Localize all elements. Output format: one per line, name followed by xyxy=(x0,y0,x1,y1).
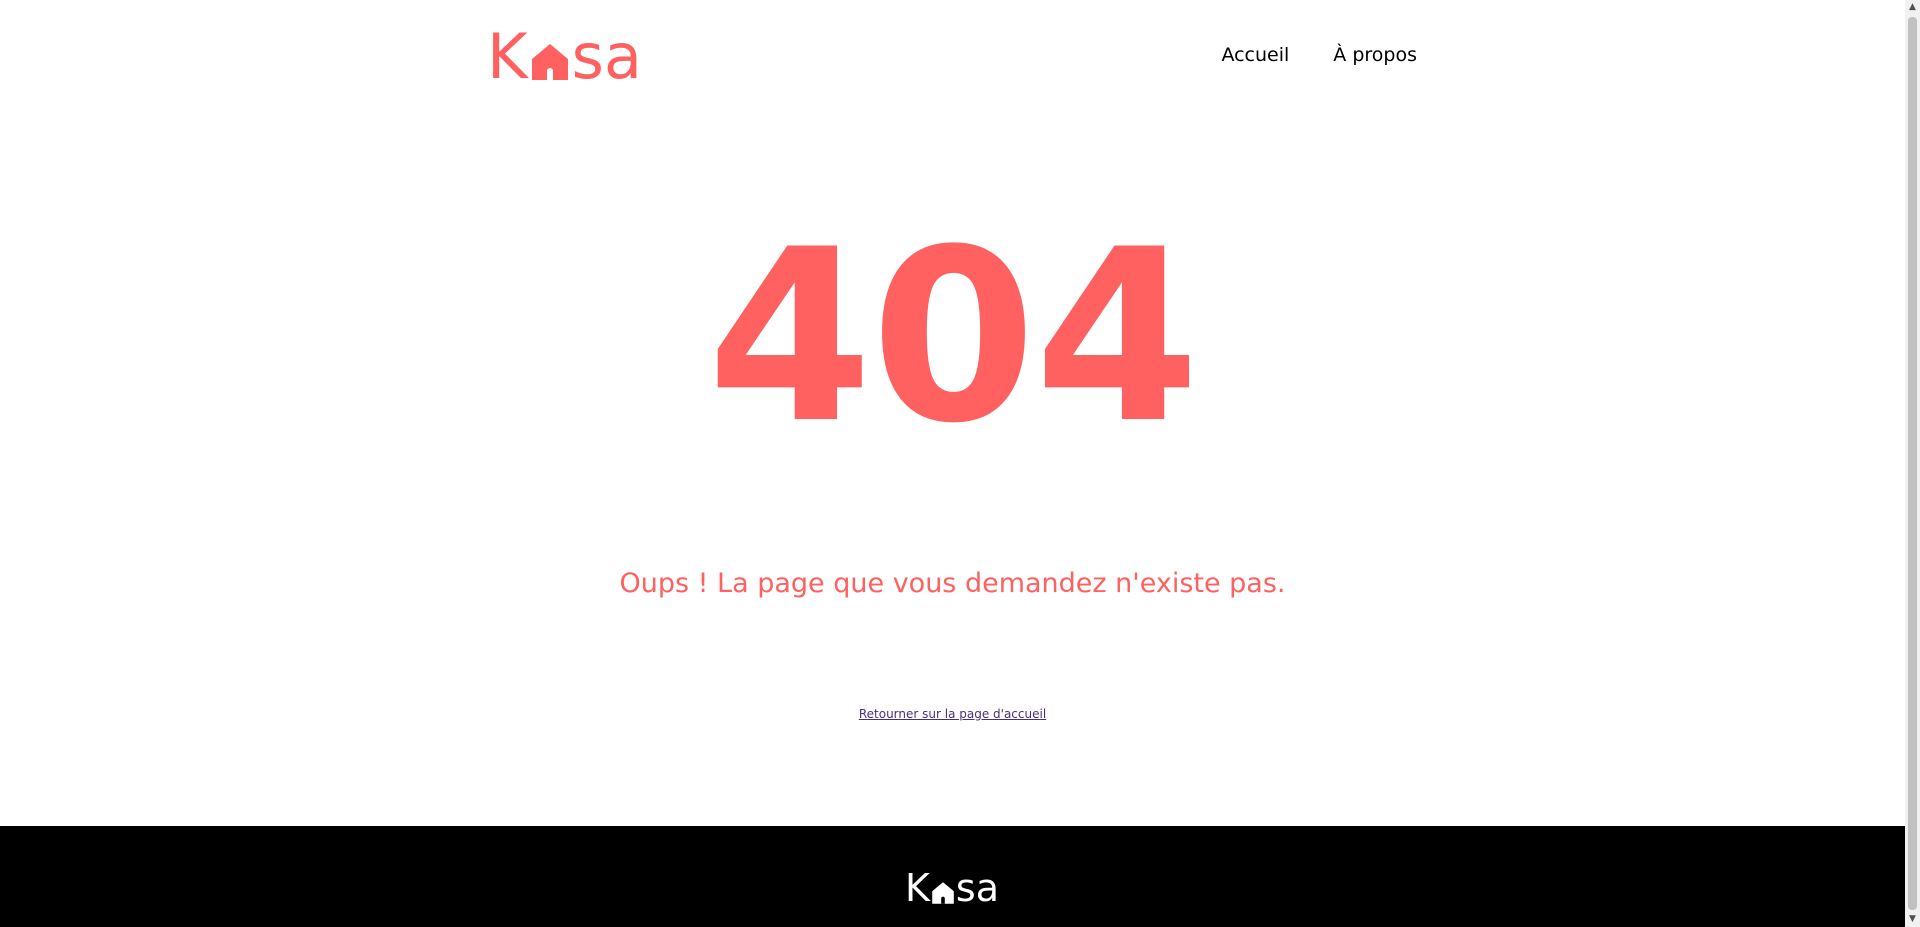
chevron-up-icon[interactable]: ▲ xyxy=(1905,0,1920,15)
house-icon xyxy=(932,882,954,904)
vertical-scrollbar[interactable]: ▲ ▼ xyxy=(1905,0,1920,927)
back-home-link[interactable]: Retourner sur la page d'accueil xyxy=(859,707,1046,721)
site-footer: K sa xyxy=(0,826,1905,927)
error-message: Oups ! La page que vous demandez n'exist… xyxy=(619,568,1286,599)
logo-letter-k: K xyxy=(487,20,528,93)
house-icon xyxy=(531,44,568,80)
kasa-logo[interactable]: K sa xyxy=(487,20,642,93)
logo-letters-sa: sa xyxy=(571,20,642,93)
footer-logo-letter-k: K xyxy=(905,866,930,910)
scrollbar-thumb[interactable] xyxy=(1908,17,1917,910)
page: K sa Accueil À propos 404 Oups ! La page… xyxy=(0,0,1905,927)
chevron-down-icon[interactable]: ▼ xyxy=(1905,912,1920,927)
nav-link-home[interactable]: Accueil xyxy=(1221,44,1289,66)
footer-logo-letters-sa: sa xyxy=(955,866,1000,910)
site-header: K sa Accueil À propos xyxy=(487,20,1417,93)
main-nav: Accueil À propos xyxy=(1221,44,1417,66)
nav-link-about[interactable]: À propos xyxy=(1333,44,1417,66)
home-link-container: Retourner sur la page d'accueil xyxy=(0,705,1905,723)
error-code: 404 xyxy=(707,199,1200,476)
footer-logo: K sa xyxy=(905,868,999,908)
